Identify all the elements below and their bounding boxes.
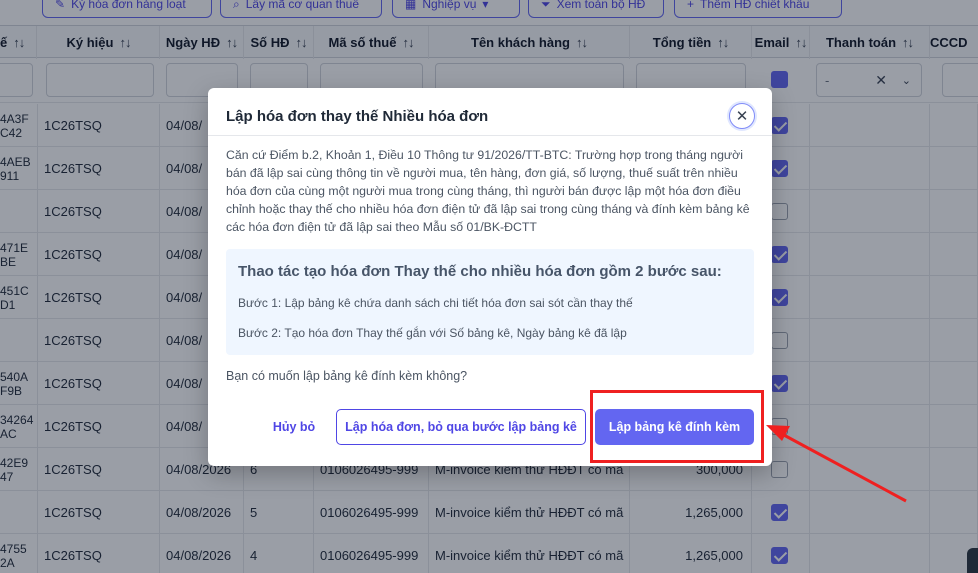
steps-title: Thao tác tạo hóa đơn Thay thế cho nhiều … — [238, 263, 722, 280]
skip-statement-button[interactable]: Lập hóa đơn, bỏ qua bước lập bảng kê — [336, 409, 586, 445]
highlight-box — [590, 390, 764, 463]
cancel-button[interactable]: Hủy bỏ — [260, 409, 328, 445]
dialog-title: Lập hóa đơn thay thế Nhiều hóa đơn — [226, 108, 489, 125]
step-1-text: Bước 1: Lập bảng kê chứa danh sách chi t… — [238, 296, 633, 310]
dialog-divider — [208, 135, 772, 136]
scroll-corner — [967, 548, 978, 573]
dialog-question: Bạn có muốn lập bảng kê đính kèm không? — [226, 369, 468, 383]
close-icon[interactable]: ✕ — [729, 103, 755, 129]
dialog-legal-text: Căn cứ Điểm b.2, Khoản 1, Điều 10 Thông … — [226, 148, 750, 234]
step-2-text: Bước 2: Tạo hóa đơn Thay thế gắn với Số … — [238, 326, 627, 340]
steps-info-box: Thao tác tạo hóa đơn Thay thế cho nhiều … — [226, 249, 754, 355]
